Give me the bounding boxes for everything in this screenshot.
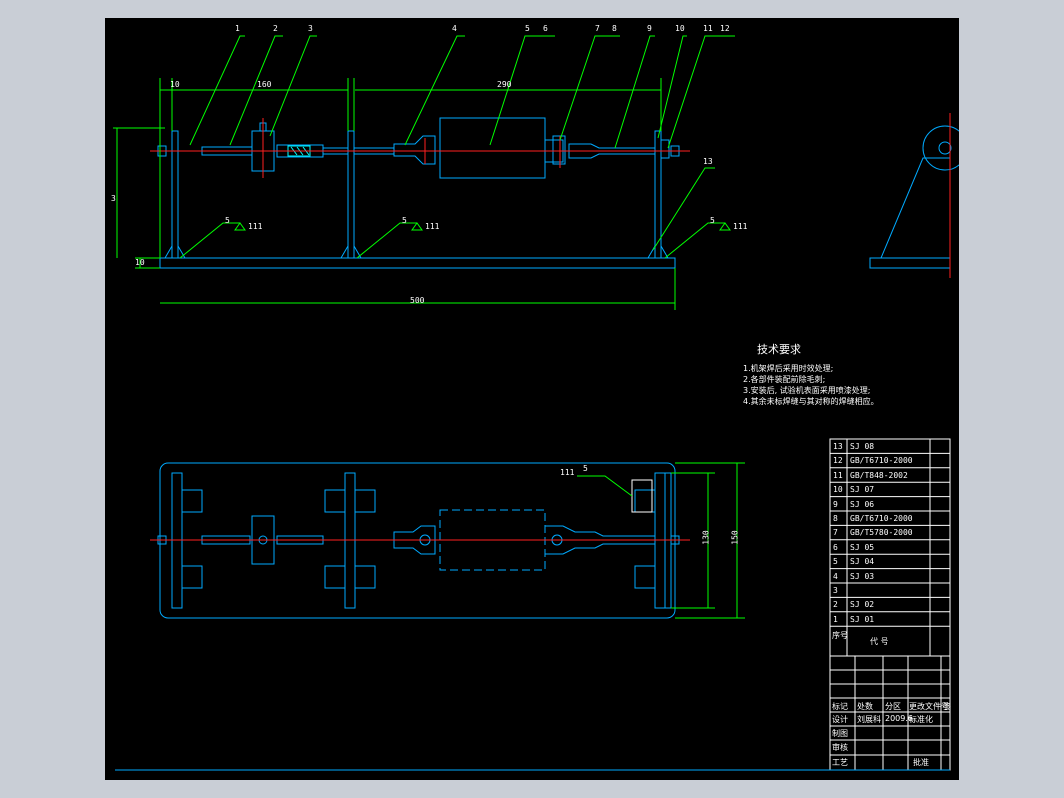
title-block-frame (829, 655, 951, 771)
top-middle-rib-ll (324, 565, 346, 589)
middle-support (347, 130, 355, 259)
leader-7-8 (559, 35, 620, 141)
drawing-canvas: 1 2 3 4 5 6 7 8 9 10 11 12 13 10 160 290… (105, 18, 959, 780)
top-weld-leader (577, 475, 633, 497)
specimen-body (439, 117, 546, 179)
leader-10 (657, 35, 687, 139)
weld-leader-left (179, 222, 240, 259)
base-plate (159, 257, 676, 269)
top-middle-rib-ur (354, 489, 376, 513)
top-left-rib-lower (181, 565, 203, 589)
leader-11-12 (667, 35, 735, 149)
side-bracket (880, 157, 950, 259)
weld-fillet-right (647, 245, 669, 259)
side-boss (922, 125, 959, 171)
front-view (157, 117, 680, 269)
side-hole (938, 141, 952, 155)
side-view (869, 113, 959, 278)
specimen-sleeve (439, 117, 546, 179)
front-dimensions (113, 35, 735, 310)
leader-9 (614, 35, 655, 149)
left-support (171, 130, 179, 259)
top-left-rib-upper (181, 489, 203, 513)
weld-symbol-right (719, 222, 731, 231)
weld-leader-middle (356, 222, 417, 259)
parts-list-table (829, 438, 951, 771)
weld-symbol-middle (411, 222, 423, 231)
top-middle-rib-ul (324, 489, 346, 513)
clevis-left (393, 135, 436, 165)
leader-3 (269, 35, 317, 137)
side-base (869, 257, 951, 269)
weld-leader-right (664, 222, 725, 259)
top-middle-rib-lr (354, 565, 376, 589)
top-right-rib-lower (634, 565, 656, 589)
cad-drawing (113, 35, 959, 771)
leader-13 (652, 167, 715, 251)
weld-fillet-middle (340, 245, 362, 259)
weld-symbol-left (234, 222, 246, 231)
parts-rows (830, 452, 950, 627)
parts-list-frame (829, 438, 951, 657)
right-nut (660, 139, 670, 159)
